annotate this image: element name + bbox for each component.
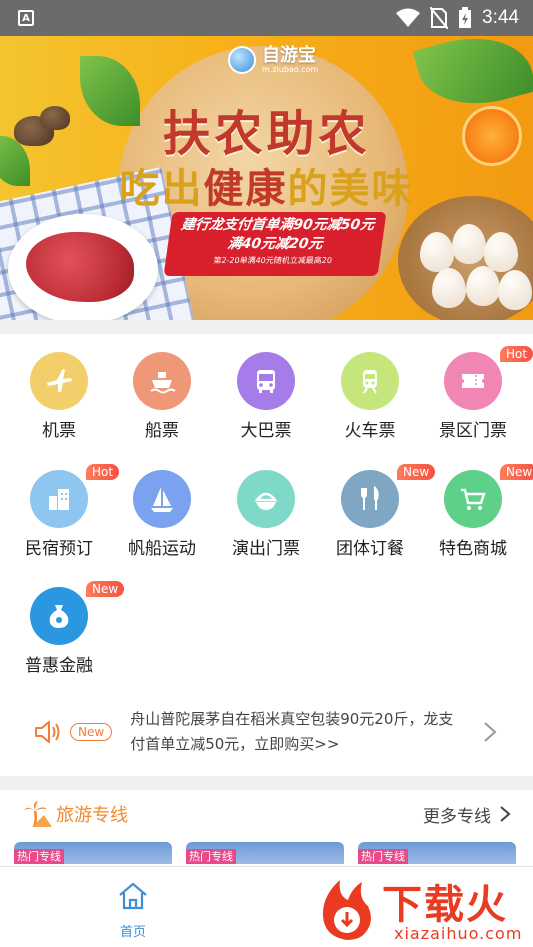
money-bag-icon: New (30, 581, 125, 645)
logo-name: 自游宝 (262, 44, 316, 66)
brand-logo: 自游宝 m.ziubao.com (228, 46, 318, 74)
show-icon (237, 470, 295, 528)
tab-home[interactable]: 首页 (106, 881, 160, 940)
subline-part: 的美味 (287, 166, 414, 212)
subline-part: 吃出 (119, 166, 204, 212)
announcement-text: 舟山普陀展茅自在稻米真空包装90元20斤，龙支付首单立减50元，立即购买>> (130, 710, 454, 753)
category-ferry[interactable]: 船票 (110, 352, 214, 441)
category-group-dining[interactable]: New 团体订餐 (318, 464, 436, 559)
watermark-brand: 下载火 (382, 882, 508, 928)
banner-headline: 扶农助农 (162, 106, 371, 162)
ship-icon (133, 352, 191, 410)
category-label: 民宿预订 (25, 539, 93, 559)
speaker-icon (35, 721, 60, 743)
egg-image (498, 270, 532, 310)
category-label: 机票 (42, 421, 76, 441)
category-label: 火车票 (344, 421, 396, 441)
promo-banner[interactable]: 自游宝 m.ziubao.com 扶农助农 吃出健康的美味 建行龙支付首单满90… (0, 36, 533, 320)
sailboat-icon (133, 470, 191, 528)
category-homestay[interactable]: Hot 民宿预订 (7, 464, 120, 559)
palm-tree-icon (24, 801, 52, 828)
egg-image (484, 232, 518, 272)
flame-logo-icon (322, 880, 371, 940)
route-cards: 热门专线 热门专线 热门专线 (14, 842, 533, 864)
category-flights[interactable]: 机票 (7, 352, 111, 441)
category-mall[interactable]: New 特色商城 (421, 464, 533, 559)
category-label: 景区门票 (439, 421, 507, 441)
promo-fineprint: 第2-20单满40元随机立减最高20 (212, 256, 333, 265)
cart-icon: New (444, 464, 533, 528)
category-label: 普惠金融 (25, 656, 93, 676)
section-divider (0, 320, 533, 334)
new-badge: New (500, 464, 533, 480)
ticket-icon: Hot (444, 346, 533, 410)
route-card[interactable]: 热门专线 (358, 842, 516, 864)
category-label: 船票 (145, 421, 179, 441)
category-label: 大巴票 (240, 421, 292, 441)
category-attraction-tickets[interactable]: Hot 景区门票 (421, 346, 533, 441)
battery-icon (459, 7, 472, 28)
promo-line: 满40元减20元 (226, 236, 324, 252)
section-title: 旅游专线 (56, 805, 128, 826)
status-bar: A 3:44 (0, 0, 533, 36)
category-shows[interactable]: 演出门票 (214, 470, 318, 559)
more-routes-link[interactable]: 更多专线 (423, 802, 491, 827)
egg-image (432, 268, 466, 308)
tab-home-label: 首页 (119, 925, 146, 940)
category-bus[interactable]: 大巴票 (214, 352, 318, 441)
category-label: 团体订餐 (336, 539, 404, 559)
new-tag: New (70, 723, 113, 741)
logo-url: m.ziubao.com (262, 64, 319, 74)
egg-image (452, 224, 486, 264)
bus-icon (237, 352, 295, 410)
egg-image (420, 232, 454, 272)
accessibility-notification-icon: A (18, 10, 34, 26)
category-label: 演出门票 (232, 539, 300, 559)
category-finance[interactable]: New 普惠金融 (7, 581, 125, 676)
section-header: 旅游专线 更多专线 (0, 790, 533, 838)
category-label: 特色商城 (439, 539, 507, 559)
logo-globe-icon (228, 46, 256, 74)
banner-subline: 吃出健康的美味 (0, 156, 533, 214)
train-icon (341, 352, 399, 410)
promo-line: 建行龙支付首单满90元减50元 (180, 217, 376, 233)
route-card[interactable]: 热门专线 (186, 842, 344, 864)
category-train[interactable]: 火车票 (318, 352, 422, 441)
egg-image (466, 266, 500, 306)
watermark-url: xiazaihuo.com (394, 924, 523, 943)
building-icon: Hot (30, 464, 120, 528)
airplane-icon (30, 352, 88, 410)
route-card[interactable]: 热门专线 (14, 842, 172, 864)
wifi-icon (396, 8, 421, 27)
home-icon (119, 882, 147, 910)
hot-route-tag: 热门专线 (14, 849, 64, 864)
section-divider (0, 776, 533, 790)
chevron-right-icon[interactable] (499, 805, 511, 823)
new-badge: New (86, 581, 125, 597)
hot-route-tag: 热门专线 (358, 849, 408, 864)
no-sim-icon (430, 7, 449, 29)
chevron-right-icon (484, 722, 497, 742)
category-sailing[interactable]: 帆船运动 (110, 470, 214, 559)
category-label: 帆船运动 (128, 539, 196, 559)
dining-icon: New (341, 464, 436, 528)
hot-route-tag: 热门专线 (186, 849, 236, 864)
clock: 3:44 (482, 7, 519, 28)
promo-box: 建行龙支付首单满90元减50元 满40元减20元 第2-20单满40元随机立减最… (163, 212, 387, 276)
subline-highlight: 健康 (203, 166, 288, 212)
hot-badge: Hot (500, 346, 533, 362)
announcement-bar[interactable]: New 舟山普陀展茅自在稻米真空包装90元20斤，龙支付首单立减50元，立即购买… (0, 700, 533, 764)
watermark: 下载火 xiazaihuo.com (312, 872, 532, 947)
